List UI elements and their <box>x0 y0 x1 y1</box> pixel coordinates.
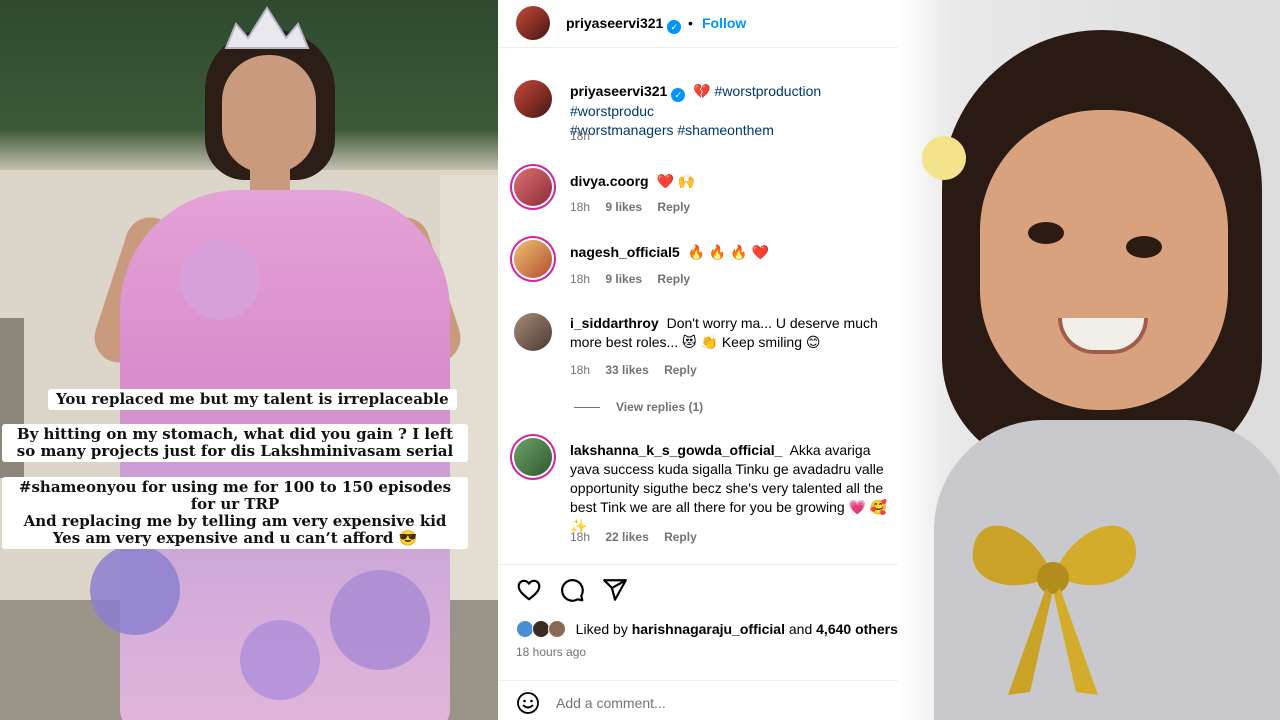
likes-count[interactable]: 33 likes <box>605 363 648 377</box>
view-replies-label[interactable]: View replies (1) <box>616 400 703 414</box>
comment-meta: 18h 9 likes Reply <box>570 200 702 214</box>
dress-flower <box>90 545 180 635</box>
caption-username[interactable]: priyaseervi321 ✓ <box>570 83 686 102</box>
photo-caption: You replaced me but my talent is irrepla… <box>48 389 457 410</box>
comment-username[interactable]: i_siddarthroy <box>570 315 659 331</box>
caption-text: priyaseervi321 ✓ 💔 #worstproduction #wors… <box>570 82 896 140</box>
photo-caption: #shameonyou for using me for 100 to 150 … <box>2 477 468 549</box>
liked-by-username[interactable]: harishnagaraju_official <box>632 621 785 637</box>
reply-button[interactable]: Reply <box>657 272 690 286</box>
reply-button[interactable]: Reply <box>657 200 690 214</box>
girl-eye-right <box>1126 236 1162 258</box>
caption-meta: 18h <box>570 129 602 143</box>
comment-text: divya.coorg ❤️ 🙌 <box>570 172 896 191</box>
dress-flower <box>180 240 260 320</box>
left-photo-panel: You replaced me but my talent is irrepla… <box>0 0 498 720</box>
girl-face <box>222 55 316 173</box>
avatar[interactable] <box>514 313 552 351</box>
dress-flower <box>240 620 320 700</box>
instagram-comments-panel: priyaseervi321 ✓ • Follow priyaseervi321 ✓… <box>498 0 898 720</box>
username-text[interactable]: priyaseervi321 <box>566 15 663 31</box>
comment-content: ❤️ 🙌 <box>656 173 696 189</box>
girl-eye-left <box>1028 222 1064 244</box>
heart-icon[interactable] <box>516 577 542 603</box>
comment-meta: 18h 22 likes Reply <box>570 530 709 544</box>
avatar <box>547 620 566 638</box>
tiara-icon <box>224 6 310 49</box>
comment-username[interactable]: nagesh_official5 <box>570 244 680 260</box>
comment-content: 🔥 🔥 🔥 ❤️ <box>687 244 769 260</box>
likes-count[interactable]: 9 likes <box>605 200 642 214</box>
timestamp[interactable]: 18h <box>570 530 590 544</box>
comment-username[interactable]: lakshanna_k_s_gowda_official_ <box>570 442 782 458</box>
reply-button[interactable]: Reply <box>664 530 697 544</box>
likes-count[interactable]: 9 likes <box>605 272 642 286</box>
add-comment-bar <box>498 680 898 720</box>
liked-by-label: Liked by <box>575 621 628 637</box>
emoji-icon[interactable] <box>516 691 540 715</box>
liked-and-label: and <box>788 621 813 637</box>
separator-dot: • <box>688 15 693 31</box>
right-photo-panel <box>898 0 1280 720</box>
view-replies-button[interactable]: View replies (1) <box>574 400 703 414</box>
photo-caption: By hitting on my stomach, what did you g… <box>2 424 468 462</box>
timestamp[interactable]: 18h <box>570 200 590 214</box>
header-username[interactable]: priyaseervi321 ✓ <box>566 15 682 34</box>
girl-face <box>980 110 1228 410</box>
timestamp[interactable]: 18h <box>570 129 590 143</box>
post-actions-bar <box>498 564 898 614</box>
comment-meta: 18h 33 likes Reply <box>570 363 709 377</box>
timestamp[interactable]: 18h <box>570 272 590 286</box>
reply-button[interactable]: Reply <box>664 363 697 377</box>
timestamp[interactable]: 18h <box>570 363 590 377</box>
divider-line <box>574 407 600 409</box>
add-comment-input[interactable] <box>556 689 876 717</box>
post-header: priyaseervi321 ✓ • Follow <box>498 0 898 48</box>
comment-icon[interactable] <box>559 577 585 603</box>
comment-username[interactable]: divya.coorg <box>570 173 649 189</box>
share-icon[interactable] <box>602 577 628 603</box>
comment-text: lakshanna_k_s_gowda_official_ Akka avari… <box>570 441 896 536</box>
comment-meta: 18h 9 likes Reply <box>570 272 702 286</box>
sequin-bow-icon <box>972 525 1137 695</box>
others-likes-count[interactable]: 4,640 others <box>816 621 898 637</box>
comment-text: nagesh_official5 🔥 🔥 🔥 ❤️ <box>570 243 896 262</box>
hair-flower <box>922 136 966 180</box>
dress-flower <box>330 570 430 670</box>
caption-emoji: 💔 <box>693 83 711 99</box>
follow-button[interactable]: Follow <box>702 15 746 31</box>
post-time[interactable]: 18 hours ago <box>516 645 586 659</box>
avatar[interactable] <box>516 6 550 40</box>
verified-badge-icon: ✓ <box>667 20 682 34</box>
comment-text: i_siddarthroy Don't worry ma... U deserv… <box>570 314 896 352</box>
avatar[interactable] <box>514 438 552 476</box>
verified-badge-icon: ✓ <box>671 88 686 102</box>
avatar[interactable] <box>514 80 552 118</box>
likes-count[interactable]: 22 likes <box>605 530 648 544</box>
avatar[interactable] <box>514 240 552 278</box>
avatar[interactable] <box>514 168 552 206</box>
username-text[interactable]: priyaseervi321 <box>570 83 667 99</box>
likes-summary: Liked by harishnagaraju_official and 4,6… <box>516 620 898 638</box>
